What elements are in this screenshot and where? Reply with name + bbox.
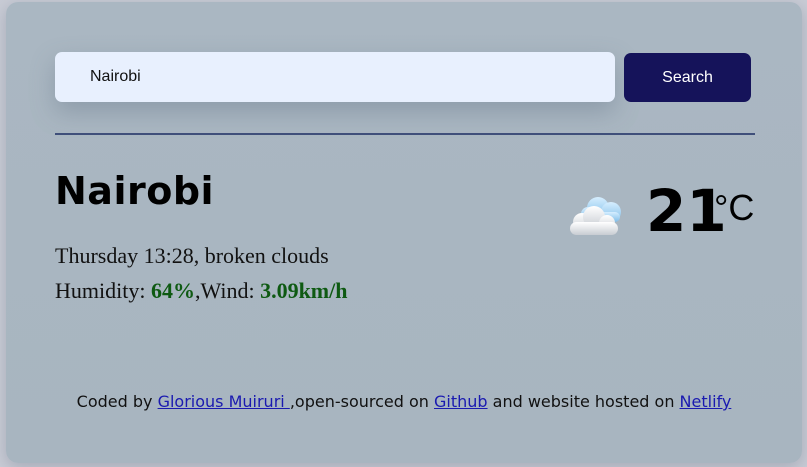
broken-clouds-icon	[570, 197, 621, 235]
author-link[interactable]: Glorious Muiruri	[158, 392, 290, 411]
day-time: Thursday 13:28	[55, 243, 194, 268]
humidity-value: 64%	[150, 278, 195, 303]
humidity-label: Humidity:	[55, 278, 146, 303]
netlify-link[interactable]: Netlify	[680, 392, 732, 411]
weather-description: broken clouds	[204, 243, 329, 268]
temperature-unit: °C	[714, 187, 755, 228]
weather-app-card: Search Nairobi Thursday 13:28, broken cl…	[6, 2, 802, 463]
wind-label: Wind:	[200, 278, 255, 303]
footer-hosted: and website hosted on	[487, 392, 680, 411]
city-name: Nairobi	[55, 169, 215, 213]
footer-coded-by: Coded by	[76, 392, 158, 411]
date-description-line: Thursday 13:28, broken clouds	[55, 238, 347, 273]
weather-details: Thursday 13:28, broken clouds Humidity: …	[55, 238, 347, 308]
search-form: Search	[55, 52, 755, 104]
github-link[interactable]: Github	[434, 392, 488, 411]
city-search-input[interactable]	[55, 52, 615, 102]
footer: Coded by Glorious Muiruri ,open-sourced …	[6, 390, 802, 414]
comma-separator: ,	[193, 243, 205, 268]
wind-value: 3.09km/h	[260, 278, 348, 303]
humidity-wind-line: Humidity: 64%,Wind: 3.09km/h	[55, 273, 347, 308]
search-button[interactable]: Search	[624, 53, 751, 102]
divider	[55, 133, 755, 135]
footer-open-sourced: ,open-sourced on	[289, 392, 434, 411]
temperature-block: 21 °C	[564, 178, 764, 244]
